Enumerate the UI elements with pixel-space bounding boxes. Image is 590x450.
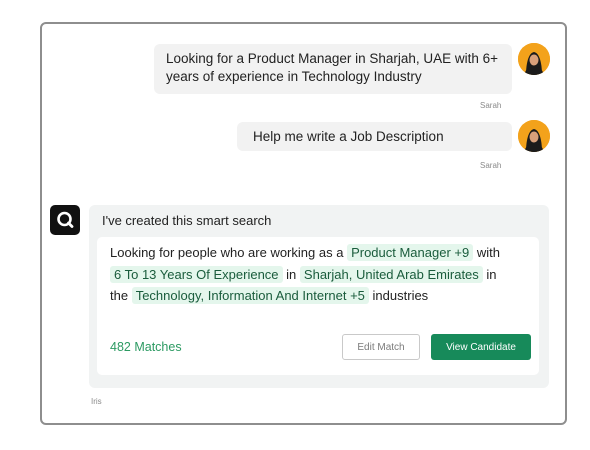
sender-label: Sarah <box>480 101 502 110</box>
search-text-part: Looking for people who are working as a <box>110 245 344 260</box>
edit-match-button[interactable]: Edit Match <box>342 334 420 360</box>
bot-intro-text: I've created this smart search <box>102 213 272 228</box>
sender-label: Sarah <box>480 161 502 170</box>
bot-sender-label: Iris <box>91 397 102 406</box>
user-message-text: Looking for a Product Manager in Sharjah… <box>166 51 499 84</box>
matches-count: 482 Matches <box>110 340 182 354</box>
industry-chip[interactable]: Technology, Information And Internet +5 <box>131 287 369 304</box>
bot-logo-icon <box>50 205 80 235</box>
search-text-part: with <box>476 245 500 260</box>
user-avatar-icon <box>518 43 550 75</box>
search-text-part: in <box>286 266 297 282</box>
user-message-text: Help me write a Job Description <box>253 129 444 144</box>
user-message-bubble: Help me write a Job Description <box>237 122 512 151</box>
user-avatar-icon <box>518 120 550 152</box>
role-chip[interactable]: Product Manager +9 <box>347 244 474 261</box>
user-avatar <box>518 43 550 75</box>
user-message-bubble: Looking for a Product Manager in Sharjah… <box>154 44 512 94</box>
search-text-part: in <box>486 266 497 282</box>
view-candidate-button[interactable]: View Candidate <box>431 334 531 360</box>
search-text-part: the <box>110 288 129 303</box>
search-text-part: industries <box>372 288 429 303</box>
user-avatar <box>518 120 550 152</box>
smart-search-description: Looking for people who are working as a … <box>110 242 535 307</box>
location-chip[interactable]: Sharjah, United Arab Emirates <box>299 265 483 283</box>
experience-chip[interactable]: 6 To 13 Years Of Experience <box>110 265 283 283</box>
